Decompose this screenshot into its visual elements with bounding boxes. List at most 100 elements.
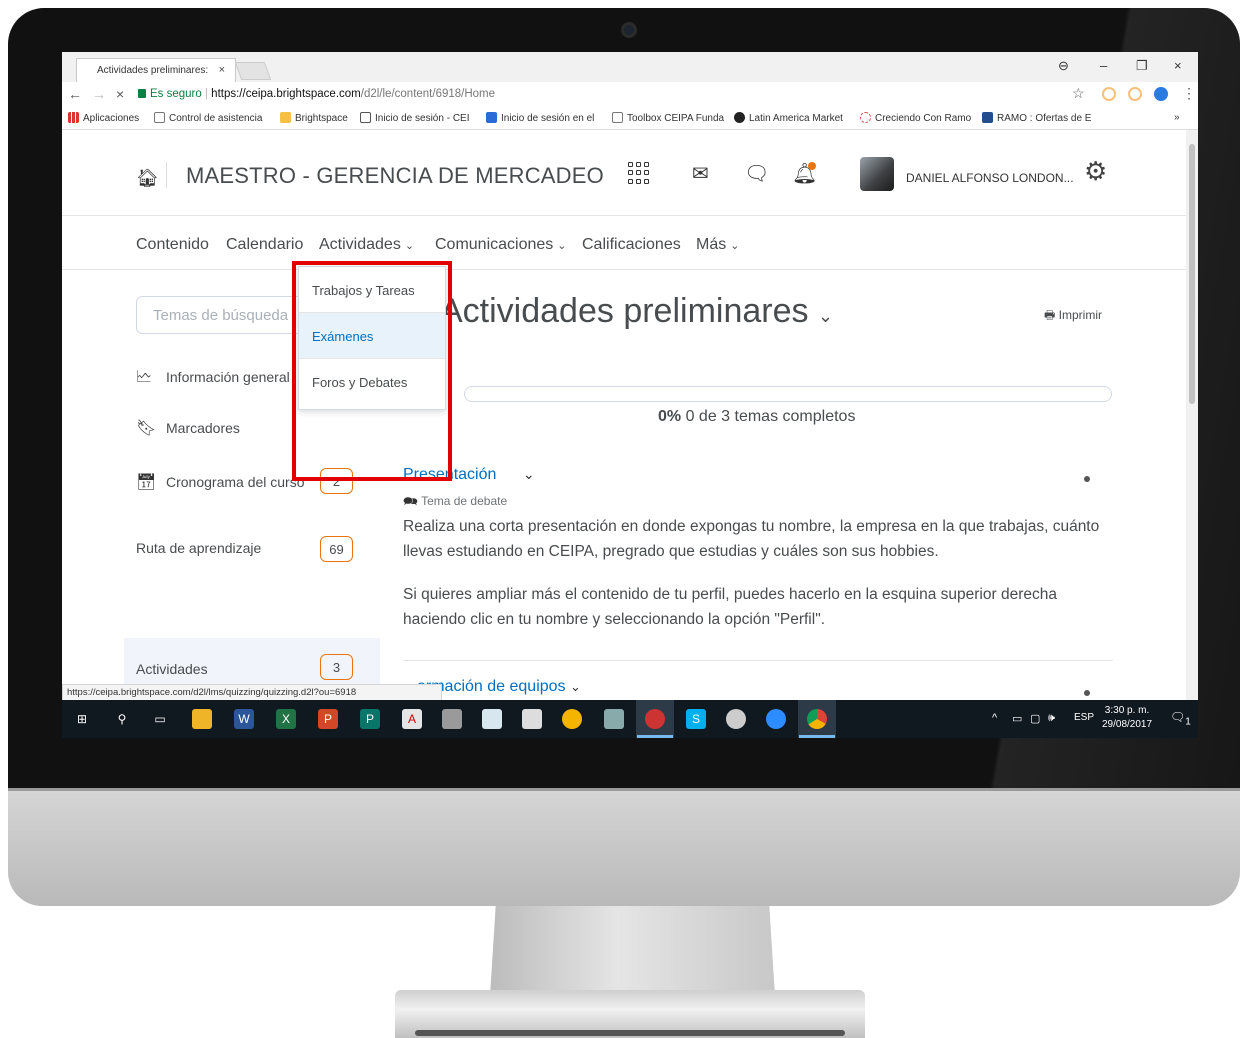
sidebar-item-cronograma[interactable]: 📅︎ Cronograma del curso bbox=[136, 472, 305, 492]
context-menu-icon[interactable] bbox=[1084, 690, 1090, 696]
sidebar-item-ruta-aprendizaje[interactable]: Ruta de aprendizaje bbox=[136, 540, 261, 556]
address-bar-row: ← → × Es seguro | https://ceipa.brightsp… bbox=[62, 82, 1198, 106]
globe-icon bbox=[734, 112, 745, 123]
excel-icon[interactable]: X bbox=[276, 709, 296, 729]
new-tab-button[interactable] bbox=[234, 62, 272, 80]
bookmark-item[interactable]: Latin America Market bbox=[734, 112, 843, 124]
mail-icon[interactable]: ✉︎ bbox=[692, 161, 709, 186]
profile-icon[interactable]: ⊖ bbox=[1058, 58, 1069, 74]
app-icon[interactable] bbox=[645, 709, 665, 729]
extension-icon[interactable] bbox=[1128, 87, 1142, 101]
bookmark-item[interactable]: Inicio de sesión - CEI bbox=[360, 112, 470, 124]
bookmark-item[interactable]: Brightspace bbox=[280, 112, 348, 124]
scrollbar[interactable] bbox=[1186, 130, 1198, 700]
page-title[interactable]: Actividades preliminares ⌄ bbox=[440, 292, 833, 331]
bookmark-star-icon[interactable]: ☆ bbox=[1072, 85, 1085, 102]
zoho-icon bbox=[486, 112, 497, 123]
forward-button[interactable]: → bbox=[92, 86, 106, 102]
course-title[interactable]: MAESTRO - GERENCIA DE MERCADEO bbox=[186, 163, 604, 189]
monitor-tray-icon[interactable]: ▢ bbox=[1030, 712, 1040, 725]
url-path: /d2l/le/content/6918/Home bbox=[360, 88, 496, 100]
minimize-button[interactable]: – bbox=[1100, 58, 1107, 73]
nav-comunicaciones[interactable]: Comunicaciones ⌄ bbox=[435, 236, 567, 254]
app-icon[interactable] bbox=[604, 709, 624, 729]
sidebar-item-label: Ruta de aprendizaje bbox=[136, 540, 262, 556]
volume-icon[interactable]: 🕪︎ bbox=[1048, 712, 1055, 725]
nav-contenido[interactable]: Contenido bbox=[136, 236, 209, 254]
more-bookmarks-icon[interactable]: » bbox=[1174, 112, 1180, 123]
chevron-down-icon: ⌄ bbox=[404, 240, 415, 252]
scrollbar-thumb[interactable] bbox=[1189, 144, 1195, 404]
tab-close-icon[interactable]: × bbox=[219, 64, 225, 76]
app-icon[interactable] bbox=[726, 709, 746, 729]
bookmark-item[interactable]: Inicio de sesión en el bbox=[486, 112, 594, 124]
file-explorer-icon[interactable] bbox=[192, 709, 212, 729]
bookmark-item[interactable]: Toolbox CEIPA Funda bbox=[612, 112, 724, 124]
user-name[interactable]: DANIEL ALFONSO LONDON... bbox=[906, 171, 1074, 185]
language-indicator[interactable]: ESP bbox=[1074, 712, 1094, 723]
acrobat-icon[interactable]: A bbox=[402, 709, 422, 729]
clock[interactable]: 3:30 p. m. 29/08/2017 bbox=[1102, 704, 1152, 732]
presentation-icon: 🗠 bbox=[136, 369, 153, 386]
sidebar-item-label: Marcadores bbox=[166, 420, 240, 436]
notifications-icon[interactable]: 🗨︎1 bbox=[1170, 710, 1191, 727]
skype-icon[interactable]: S bbox=[686, 709, 706, 729]
tray-arrow-icon[interactable]: ^ bbox=[992, 712, 997, 724]
calendar-icon: 📅︎ bbox=[136, 474, 157, 491]
course-selector-grid-icon[interactable] bbox=[628, 162, 650, 184]
extension-icon[interactable] bbox=[1102, 87, 1116, 101]
calculator-icon[interactable] bbox=[522, 709, 542, 729]
stop-button[interactable]: × bbox=[116, 86, 124, 102]
bookmark-item[interactable]: Control de asistencia bbox=[154, 112, 262, 124]
tab-title: Actividades preliminares: bbox=[97, 65, 209, 76]
url-input[interactable]: Es seguro | https://ceipa.brightspace.co… bbox=[138, 84, 1088, 104]
publisher-icon[interactable]: P bbox=[360, 709, 380, 729]
sidebar-item-marcadores[interactable]: 🔖︎ Marcadores bbox=[136, 418, 240, 438]
browser-menu-icon[interactable]: ⋮ bbox=[1182, 85, 1196, 102]
main-content: Actividades preliminares ⌄ 🖶︎ Imprimir 0… bbox=[380, 270, 1186, 700]
zoom-icon[interactable] bbox=[766, 709, 786, 729]
nav-mas[interactable]: Más ⌄ bbox=[696, 236, 739, 254]
restore-button[interactable]: ❐ bbox=[1136, 58, 1148, 74]
sidebar-item-label: Información general bbox=[166, 369, 290, 385]
avatar[interactable] bbox=[860, 157, 894, 191]
chevron-down-icon[interactable]: ⌄ bbox=[523, 466, 535, 482]
close-window-button[interactable]: × bbox=[1174, 58, 1182, 73]
nav-actividades[interactable]: Actividades ⌄ bbox=[319, 236, 414, 254]
lock-icon bbox=[138, 89, 146, 98]
powerpoint-icon[interactable]: P bbox=[318, 709, 338, 729]
app-icon[interactable] bbox=[562, 709, 582, 729]
network-icon[interactable]: ▭ bbox=[1012, 712, 1022, 725]
chevron-down-icon: ⌄ bbox=[570, 679, 581, 694]
chrome-icon[interactable] bbox=[807, 709, 827, 729]
nav-mas-label: Más bbox=[696, 236, 727, 253]
bookmark-item[interactable]: Creciendo Con Ramo bbox=[860, 112, 971, 124]
page-title-text: Actividades preliminares bbox=[440, 292, 809, 330]
bookmark-apps[interactable]: Aplicaciones bbox=[68, 112, 139, 124]
extension-icon[interactable] bbox=[1154, 87, 1168, 101]
folder-icon bbox=[280, 112, 291, 123]
chat-icon[interactable]: 🗨︎ bbox=[744, 161, 769, 186]
windows-taskbar: ⊞ ⚲ ▭ W X P P A S ^ ▭ ▢ 🕪︎ ESP 3:30 p. m… bbox=[62, 700, 1198, 738]
context-menu-icon[interactable] bbox=[1084, 476, 1090, 482]
topic-description: Si quieres ampliar más el contenido de t… bbox=[403, 586, 1057, 628]
chevron-down-icon: ⌄ bbox=[817, 306, 834, 326]
sidebar-item-informacion-general[interactable]: 🗠 Información general bbox=[136, 366, 290, 393]
bookmark-item[interactable]: RAMO : Ofertas de E bbox=[982, 112, 1091, 124]
nav-calificaciones[interactable]: Calificaciones bbox=[582, 236, 681, 254]
back-button[interactable]: ← bbox=[68, 86, 82, 102]
word-icon[interactable]: W bbox=[234, 709, 254, 729]
task-view-icon[interactable]: ▭ bbox=[150, 709, 170, 729]
clock-date: 29/08/2017 bbox=[1102, 719, 1153, 730]
windows-start-icon[interactable]: ⊞ bbox=[72, 709, 92, 729]
app-icon[interactable] bbox=[442, 709, 462, 729]
gear-icon[interactable]: ⚙︎ bbox=[1084, 156, 1107, 187]
browser-tab[interactable]: Actividades preliminares: × bbox=[76, 58, 236, 82]
app-icon[interactable] bbox=[482, 709, 502, 729]
nav-calendario[interactable]: Calendario bbox=[226, 236, 303, 254]
search-icon[interactable]: ⚲ bbox=[112, 709, 132, 729]
home-icon[interactable]: 🏠︎ bbox=[136, 168, 159, 189]
print-button[interactable]: 🖶︎ Imprimir bbox=[1044, 306, 1102, 327]
topic-type-label: Tema de debate bbox=[421, 494, 508, 508]
topic-description: Realiza una corta presentación en donde … bbox=[403, 518, 1100, 560]
